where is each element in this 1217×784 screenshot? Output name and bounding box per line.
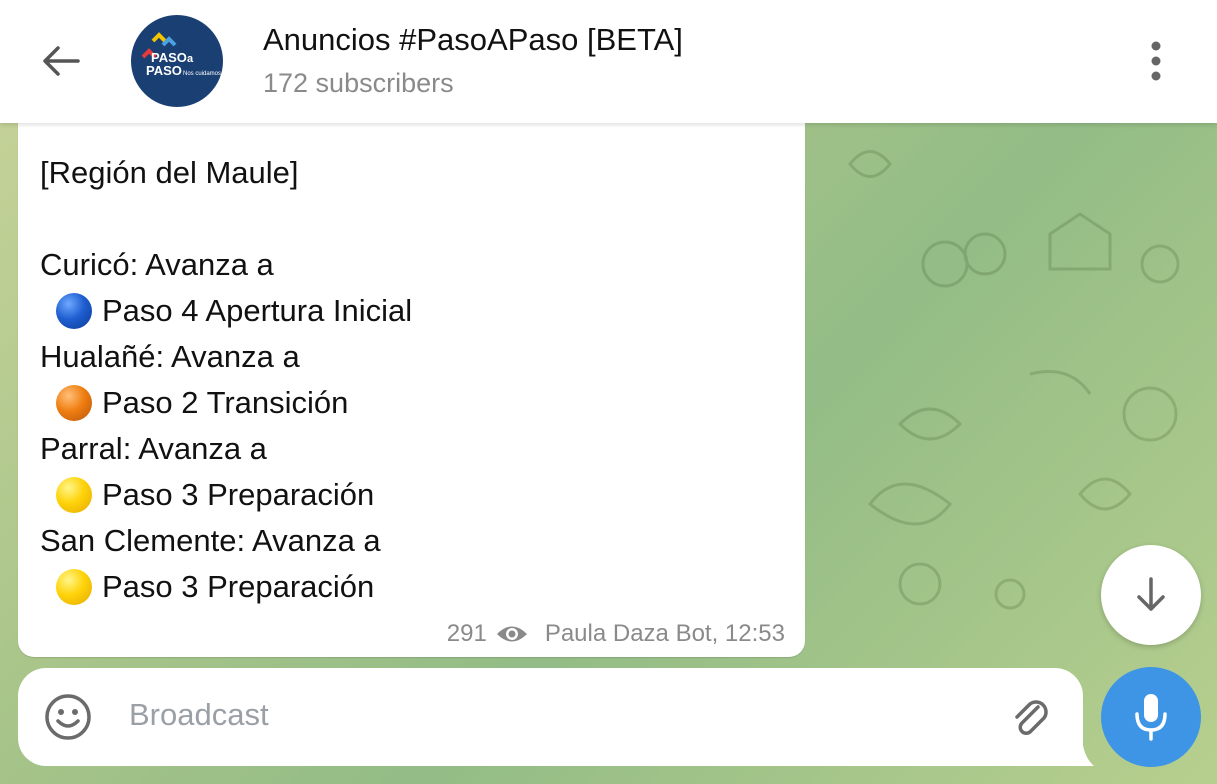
message-line-phase-1: Paso 4 Apertura Inicial <box>56 291 412 331</box>
message-bubble[interactable]: [Región del Maule] Curicó: Avanza a Paso… <box>18 105 805 657</box>
commune-action: : Avanza a <box>122 431 267 466</box>
microphone-icon <box>1135 694 1167 741</box>
message-line-phase-3: Paso 3 Preparación <box>56 475 374 515</box>
arrow-left-icon[interactable] <box>38 38 84 84</box>
phase-label: Paso 3 Preparación <box>102 569 375 604</box>
microphone-button[interactable] <box>1101 667 1201 767</box>
message-input-bar: Broadcast <box>18 668 1083 766</box>
paso-a-paso-logo: PASO a PASO Nos cuidamos <box>141 32 221 78</box>
commune-name: Hualañé <box>40 339 156 374</box>
svg-text:Nos cuidamos: Nos cuidamos <box>183 71 221 77</box>
commune-action: : Avanza a <box>129 247 274 282</box>
smiley-icon[interactable] <box>43 692 93 742</box>
arrow-down-icon <box>1137 577 1165 611</box>
message-line-phase-2: Paso 2 Transición <box>56 383 348 423</box>
message-signature-time: Paula Daza Bot, 12:53 <box>544 620 785 647</box>
message-meta: 291 Paula Daza Bot, 12:53 <box>447 620 785 648</box>
commune-name: Curicó <box>40 247 130 282</box>
message-line-commune-4: San Clemente: Avanza a <box>40 521 381 561</box>
yellow-circle-icon <box>56 569 92 605</box>
commune-action: : Avanza a <box>236 523 381 558</box>
commune-name: Parral <box>40 431 123 466</box>
scroll-down-button[interactable] <box>1101 545 1201 645</box>
broadcast-input[interactable]: Broadcast <box>129 697 269 733</box>
orange-circle-icon <box>56 385 92 421</box>
phase-label: Paso 2 Transición <box>102 385 349 420</box>
commune-name: San Clemente <box>40 523 237 558</box>
message-line-commune-3: Parral: Avanza a <box>40 429 267 469</box>
blue-circle-icon <box>56 293 92 329</box>
yellow-circle-icon <box>56 477 92 513</box>
eye-icon <box>496 626 527 642</box>
more-vertical-icon[interactable] <box>1140 38 1172 84</box>
svg-text:a: a <box>187 53 194 65</box>
region-heading: [Región del Maule] <box>40 155 299 190</box>
paperclip-icon[interactable] <box>1008 695 1054 741</box>
message-line-commune-1: Curicó: Avanza a <box>40 245 274 285</box>
phase-label: Paso 3 Preparación <box>102 477 375 512</box>
message-line-phase-4: Paso 3 Preparación <box>56 567 374 607</box>
channel-title[interactable]: Anuncios #PasoAPaso [BETA] <box>263 22 683 58</box>
svg-text:PASO: PASO <box>146 63 182 78</box>
phase-label: Paso 4 Apertura Inicial <box>102 293 413 328</box>
view-count: 291 <box>446 620 487 647</box>
input-bubble-tail <box>1060 724 1094 766</box>
commune-action: : Avanza a <box>155 339 300 374</box>
subscriber-count: 172 subscribers <box>263 68 454 98</box>
channel-avatar[interactable]: PASO a PASO Nos cuidamos <box>131 15 223 107</box>
message-line-commune-2: Hualañé: Avanza a <box>40 337 300 377</box>
chat-header: PASO a PASO Nos cuidamos Anuncios #PasoA… <box>0 0 1217 123</box>
